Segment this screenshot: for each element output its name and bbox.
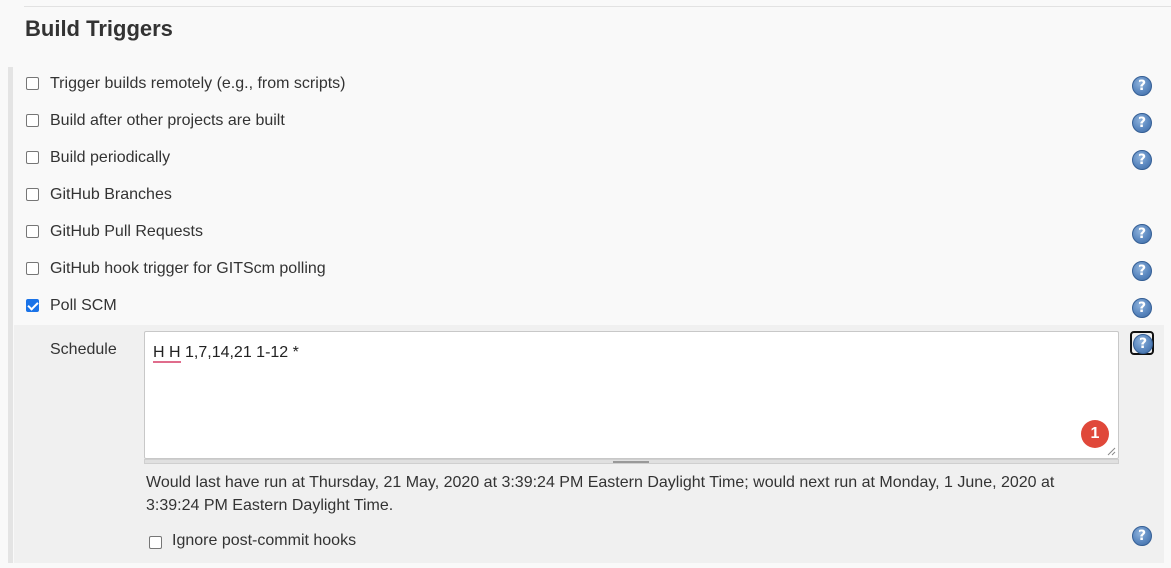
trigger-checkbox[interactable] [26,114,39,127]
help-icon[interactable]: ? [1132,150,1152,170]
trigger-checkbox[interactable] [26,77,39,90]
trigger-option-row: Trigger builds remotely (e.g., from scri… [24,73,1164,97]
ignore-post-commit-hooks-checkbox[interactable] [149,536,162,549]
resize-handle-icon[interactable] [1106,446,1116,456]
schedule-run-info: Would last have run at Thursday, 21 May,… [146,474,1055,514]
schedule-textarea[interactable]: H H 1,7,14,21 1-12 * 1 [144,331,1119,459]
trigger-label[interactable]: Poll SCM [50,297,117,315]
help-icon[interactable]: ? [1132,261,1152,281]
section-title: Build Triggers [25,16,173,41]
trigger-label[interactable]: Build periodically [50,149,170,167]
ignore-post-commit-hooks-row: Ignore post-commit hooks ? [148,526,1164,554]
trigger-option-row: Build after other projects are built? [24,110,1164,134]
help-icon[interactable]: ? [1132,298,1152,318]
trigger-option-row: GitHub Branches [24,184,1164,208]
help-icon[interactable]: ? [1132,113,1152,133]
trigger-option-row: Poll SCM? [24,295,1164,319]
notification-badge[interactable]: 1 [1081,420,1109,448]
trigger-checkbox[interactable] [26,225,39,238]
spellcheck-underline [153,361,181,363]
help-icon[interactable]: ? [1132,224,1152,244]
trigger-label[interactable]: GitHub Pull Requests [50,223,203,241]
trigger-label[interactable]: GitHub hook trigger for GITScm polling [50,260,326,278]
help-icon[interactable]: ? [1133,334,1153,354]
section-divider [24,6,1171,7]
section-indent-bar [8,67,13,563]
textarea-resize-bar[interactable] [144,459,1119,464]
trigger-option-row: GitHub hook trigger for GITScm polling? [24,258,1164,282]
trigger-checkbox[interactable] [26,262,39,275]
trigger-checkbox[interactable] [26,299,39,312]
trigger-option-row: Build periodically? [24,147,1164,171]
ignore-post-commit-hooks-label[interactable]: Ignore post-commit hooks [172,532,356,550]
trigger-checkbox[interactable] [26,188,39,201]
trigger-option-row: GitHub Pull Requests? [24,221,1164,245]
schedule-label: Schedule [50,341,117,358]
grip-icon [613,461,649,463]
schedule-help-focus-ring[interactable]: ? [1130,331,1154,355]
trigger-label[interactable]: Trigger builds remotely (e.g., from scri… [50,75,345,93]
trigger-label[interactable]: Build after other projects are built [50,112,285,130]
trigger-checkbox[interactable] [26,151,39,164]
trigger-label[interactable]: GitHub Branches [50,186,172,204]
schedule-value: H H 1,7,14,21 1-12 * [153,344,299,361]
help-icon[interactable]: ? [1132,76,1152,96]
help-icon[interactable]: ? [1132,526,1152,546]
